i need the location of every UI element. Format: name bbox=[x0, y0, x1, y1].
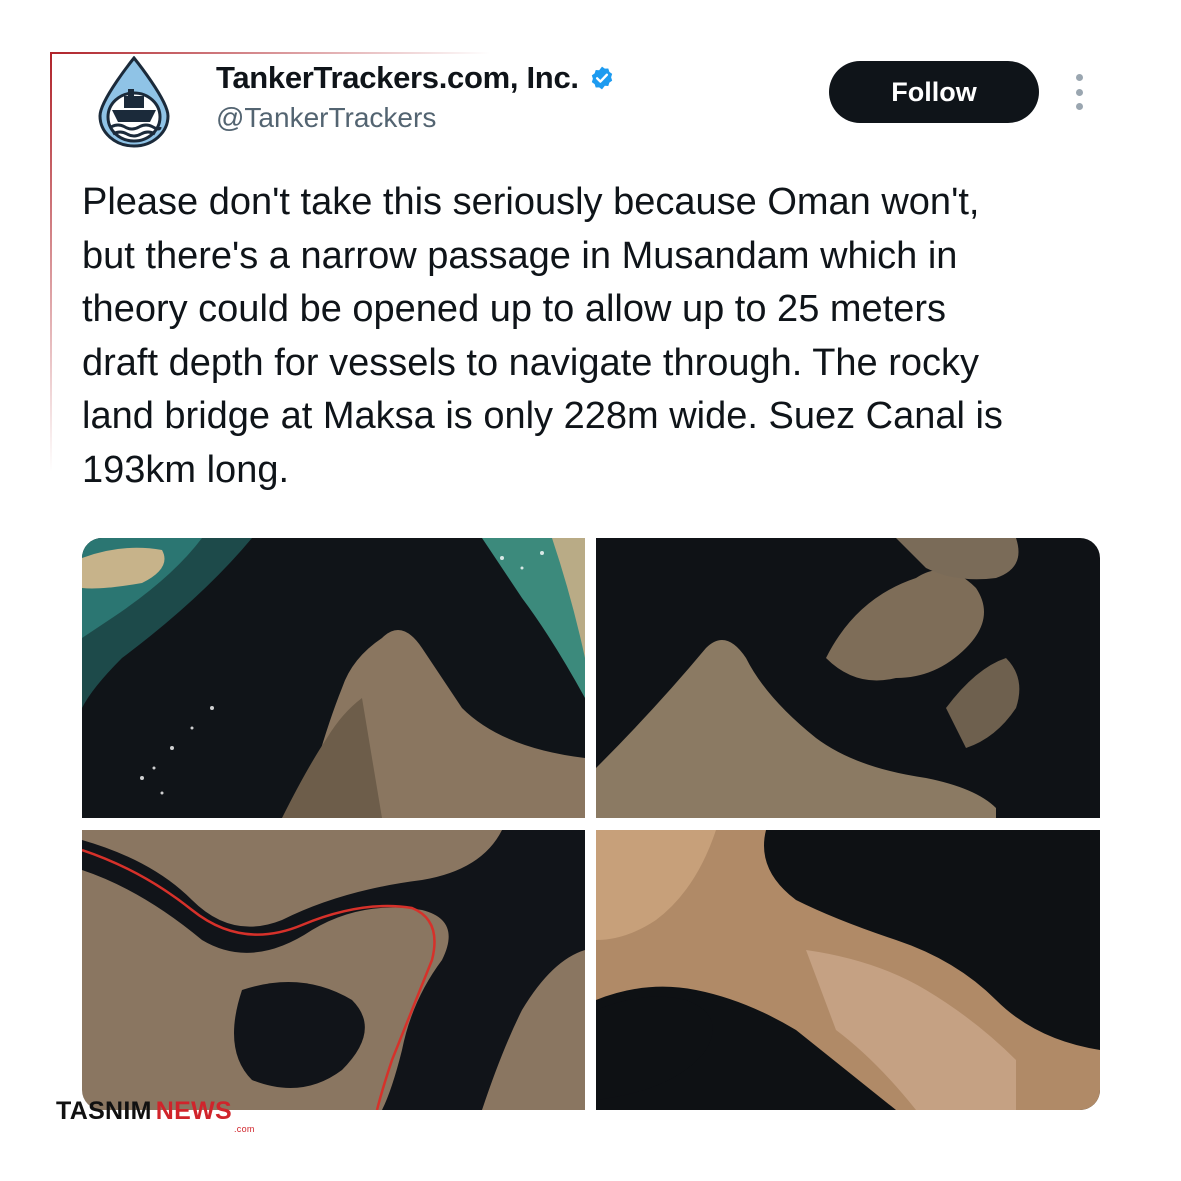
frame-accent-left bbox=[50, 52, 52, 472]
more-dot bbox=[1075, 103, 1083, 110]
follow-button[interactable]: Follow bbox=[829, 61, 1039, 123]
author-display-name[interactable]: TankerTrackers.com, Inc. bbox=[216, 60, 579, 96]
author-name-row: TankerTrackers.com, Inc. bbox=[216, 60, 615, 96]
more-options-icon[interactable] bbox=[1070, 74, 1088, 110]
media-image-3[interactable] bbox=[82, 830, 585, 1110]
media-image-1[interactable] bbox=[82, 538, 585, 818]
more-dot bbox=[1075, 74, 1083, 81]
watermark-suffix: .com bbox=[234, 1124, 255, 1134]
media-grid bbox=[82, 538, 1100, 1112]
more-dot bbox=[1075, 88, 1083, 96]
satellite-image-strait bbox=[82, 538, 585, 818]
media-image-4[interactable] bbox=[596, 830, 1100, 1110]
satellite-image-peninsula bbox=[596, 538, 1100, 818]
tanker-droplet-logo-icon bbox=[98, 55, 170, 148]
tweet-text: Please don't take this seriously because… bbox=[82, 181, 1003, 491]
author-handle[interactable]: @TankerTrackers bbox=[216, 102, 436, 134]
avatar[interactable] bbox=[94, 55, 174, 148]
satellite-image-land-bridge bbox=[596, 830, 1100, 1110]
verified-badge-icon bbox=[591, 66, 612, 90]
media-image-2[interactable] bbox=[596, 538, 1100, 818]
tasnim-news-watermark: TASNIM NEWS .com bbox=[56, 1097, 254, 1134]
watermark-tasnim: TASNIM bbox=[56, 1097, 152, 1125]
satellite-image-route bbox=[82, 830, 585, 1110]
watermark-news: NEWS bbox=[155, 1097, 232, 1125]
frame-accent-top bbox=[50, 52, 490, 54]
